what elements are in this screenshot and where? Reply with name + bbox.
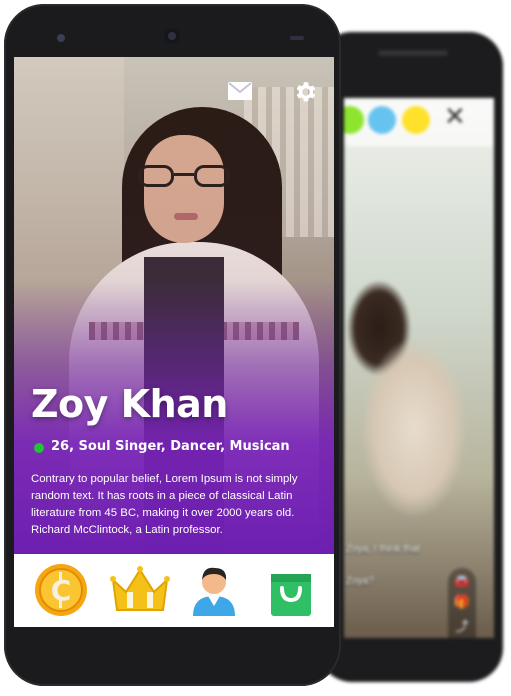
profile-tagline: 26, Soul Singer, Dancer, Musican xyxy=(51,439,290,454)
earpiece-speaker xyxy=(164,28,180,44)
phone-screen: Zoy Khan 26, Soul Singer, Dancer, Musica… xyxy=(14,57,334,627)
profile-name: Zoy Khan xyxy=(31,382,228,426)
back-phone-speaker xyxy=(378,50,448,56)
color-dot-yellow[interactable] xyxy=(402,106,430,134)
back-profile-photo xyxy=(344,98,494,638)
front-camera xyxy=(57,34,65,42)
close-icon[interactable]: ✕ xyxy=(444,102,466,132)
shopping-bag-icon[interactable] xyxy=(267,562,323,618)
gear-icon[interactable] xyxy=(292,79,320,103)
avatar-icon[interactable] xyxy=(189,562,245,618)
chat-line: Zoya? xyxy=(346,576,374,587)
car-icon[interactable]: 🚘 xyxy=(448,574,476,589)
proximity-sensor xyxy=(290,36,304,40)
bottom-nav-bar: C xyxy=(14,554,334,627)
gift-icon[interactable]: 🎁 xyxy=(448,595,476,610)
profile-bio: Contrary to popular belief, Lorem Ipsum … xyxy=(31,473,298,536)
color-dot-blue[interactable] xyxy=(368,106,396,134)
color-dot-green[interactable] xyxy=(344,106,364,134)
back-phone: ✕ Zoya, I think that Zoya? 🚘 🎁 ⤴ ⌄ xyxy=(318,32,503,682)
coin-icon[interactable]: C xyxy=(33,562,89,618)
share-icon[interactable]: ⤴ xyxy=(448,616,476,635)
crown-icon[interactable] xyxy=(109,562,170,618)
online-status-dot xyxy=(34,443,44,453)
front-phone: Zoy Khan 26, Soul Singer, Dancer, Musica… xyxy=(4,4,341,686)
back-top-bar: ✕ xyxy=(344,98,494,146)
side-action-bar: 🚘 🎁 ⤴ ⌄ xyxy=(448,568,476,638)
chat-line: Zoya, I think that xyxy=(346,544,420,555)
back-phone-screen: ✕ Zoya, I think that Zoya? 🚘 🎁 ⤴ ⌄ xyxy=(344,98,494,638)
mail-icon[interactable] xyxy=(226,79,254,103)
